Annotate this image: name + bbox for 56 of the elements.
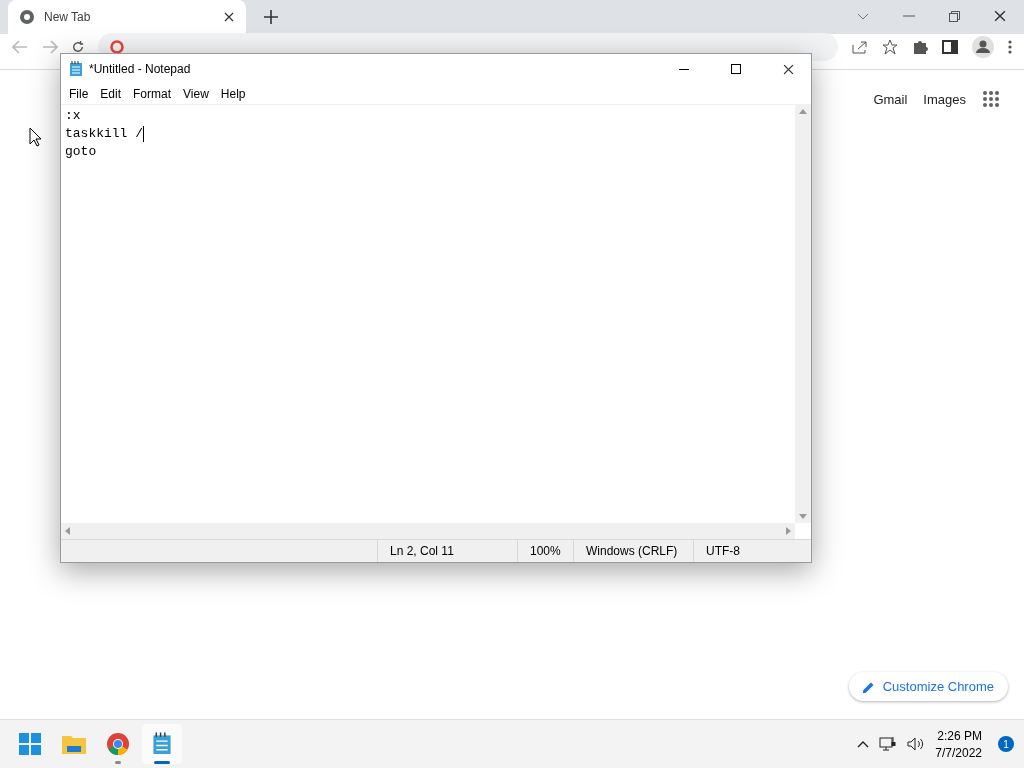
text-line: :x <box>65 107 81 125</box>
restore-icon[interactable] <box>949 11 960 22</box>
scroll-down-arrow-icon[interactable] <box>799 514 807 519</box>
notepad-icon <box>69 61 83 77</box>
maximize-icon <box>731 64 741 74</box>
customize-button[interactable]: Customize Chrome <box>848 672 1008 701</box>
status-text: UTF-8 <box>693 540 811 562</box>
chevron-down-icon[interactable] <box>857 13 869 20</box>
clock-date[interactable]: 7/7/2022 <box>935 745 982 760</box>
text-line: goto <box>65 143 97 161</box>
apps-grid-icon[interactable] <box>982 90 1000 108</box>
browser-tab[interactable]: New Tab <box>8 0 246 34</box>
puzzle-piece-icon[interactable] <box>912 38 928 55</box>
close-icon[interactable] <box>994 10 1006 22</box>
more-menu-icon[interactable] <box>1008 39 1012 54</box>
vertical-scrollbar[interactable] <box>795 105 811 523</box>
folder-icon <box>62 734 86 754</box>
scroll-right-arrow-icon[interactable] <box>786 527 791 535</box>
browser-logo-icon <box>20 10 34 24</box>
close-tab-icon[interactable] <box>224 12 234 22</box>
menu-item[interactable]: Edit <box>94 84 128 104</box>
clock-time[interactable]: 2:26 PM <box>937 728 982 743</box>
network-icon[interactable] <box>879 736 898 752</box>
share-icon[interactable] <box>852 39 868 54</box>
text-line: taskkill / <box>65 125 143 143</box>
window-title: *Untitled - Notepad <box>89 62 192 76</box>
star-icon[interactable] <box>882 38 898 55</box>
header-link[interactable]: Gmail <box>873 91 908 107</box>
side-panel-icon[interactable] <box>942 39 958 54</box>
close-icon <box>782 63 794 75</box>
status-text: Windows (CRLF) <box>573 540 693 562</box>
pencil-icon <box>862 680 875 693</box>
profile-icon[interactable] <box>972 35 994 58</box>
speaker-icon[interactable] <box>907 737 926 751</box>
minimize-icon <box>679 68 689 70</box>
notepad-icon <box>152 732 172 756</box>
menu-item[interactable]: View <box>177 84 215 104</box>
status-text: Ln 2, Col 11 <box>377 540 517 562</box>
scroll-left-arrow-icon[interactable] <box>65 527 70 535</box>
header-link[interactable]: Images <box>923 91 966 107</box>
reload-icon[interactable] <box>72 40 84 53</box>
search-engine-logo-icon <box>110 39 124 54</box>
menu-item[interactable]: Help <box>214 84 252 104</box>
chevron-up-icon[interactable] <box>857 740 870 748</box>
tab-title: New Tab <box>44 10 92 24</box>
mouse-pointer-icon <box>29 127 42 147</box>
new-tab-icon[interactable] <box>264 10 278 24</box>
scroll-up-arrow-icon[interactable] <box>799 109 807 114</box>
horizontal-scrollbar[interactable] <box>61 523 795 539</box>
taskbar-app[interactable] <box>142 724 182 764</box>
menu-item[interactable]: Format <box>127 84 178 104</box>
browser-logo-icon <box>107 733 129 755</box>
notification-badge[interactable]: 1 <box>998 736 1014 752</box>
windows-logo-icon <box>19 733 41 755</box>
menu-item[interactable]: File <box>63 84 95 104</box>
status-text: 100% <box>517 540 573 562</box>
